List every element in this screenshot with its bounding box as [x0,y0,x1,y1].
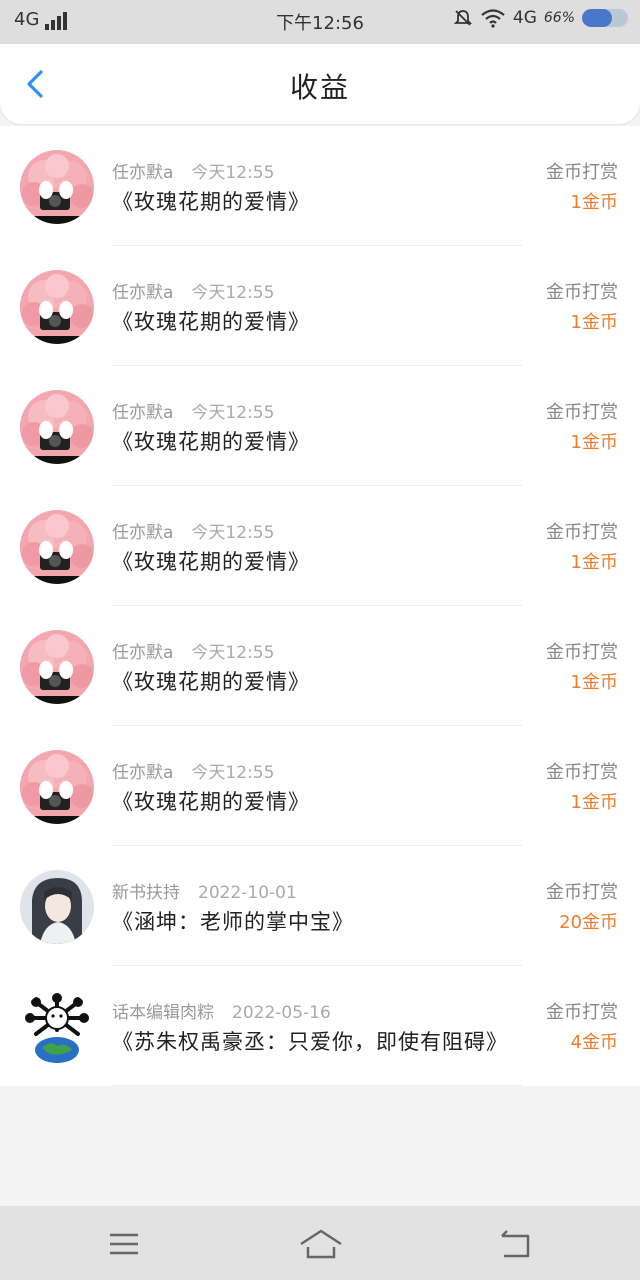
book-title: 《玫瑰花期的爱情》 [112,550,310,574]
record-meta: 任亦默a 今天12:55 [112,158,274,183]
record-meta: 任亦默a 今天12:55 [112,758,274,783]
reward-type: 金币打赏 [546,1002,618,1023]
reward-amount: 1金币 [570,792,618,813]
list-item[interactable]: 新书扶持 2022-10-01 《涵坤：老师的掌中宝》 金币打赏 20金币 [0,846,640,966]
list-item[interactable]: 任亦默a 今天12:55 《玫瑰花期的爱情》 金币打赏 1金币 [0,486,640,606]
home-button[interactable] [298,1224,344,1264]
user-name: 任亦默a [112,523,174,543]
menu-button[interactable] [104,1224,144,1264]
list-item[interactable]: 任亦默a 今天12:55 《玫瑰花期的爱情》 金币打赏 1金币 [0,246,640,366]
avatar [20,150,94,224]
back-nav-button[interactable] [496,1224,536,1264]
book-title: 《玫瑰花期的爱情》 [112,430,310,454]
record-time: 今天12:55 [191,283,275,303]
book-title: 《苏朱权禹豪丞：只爱你，即使有阻碍》 [112,1030,508,1054]
reward-type: 金币打赏 [546,282,618,303]
list-item[interactable]: 任亦默a 今天12:55 《玫瑰花期的爱情》 金币打赏 1金币 [0,606,640,726]
battery-fill [582,9,613,27]
book-title: 《玫瑰花期的爱情》 [112,310,310,334]
record-time: 今天12:55 [191,523,275,543]
reward-amount: 1金币 [570,192,618,213]
record-meta: 任亦默a 今天12:55 [112,278,274,303]
book-title: 《玫瑰花期的爱情》 [112,190,310,214]
record-meta: 任亦默a 今天12:55 [112,638,274,663]
book-title: 《玫瑰花期的爱情》 [112,670,310,694]
user-name: 任亦默a [112,643,174,663]
list-item[interactable]: 任亦默a 今天12:55 《玫瑰花期的爱情》 金币打赏 1金币 [0,726,640,846]
back-arrow-icon [501,1230,530,1258]
record-time: 2022-05-16 [232,1003,331,1023]
battery-text: 66% [543,10,575,26]
list-item[interactable]: 任亦默a 今天12:55 《玫瑰花期的爱情》 金币打赏 1金币 [0,366,640,486]
avatar [20,390,94,464]
reward-type: 金币打赏 [546,162,618,183]
avatar [20,630,94,704]
reward-type: 金币打赏 [546,642,618,663]
book-title: 《涵坤：老师的掌中宝》 [112,910,354,934]
avatar [20,750,94,824]
page-title: 收益 [289,71,350,104]
reward-amount: 1金币 [570,552,618,573]
user-name: 任亦默a [112,163,174,183]
user-name: 新书扶持 [112,883,180,903]
user-name: 任亦默a [112,283,174,303]
battery-icon [582,9,628,27]
home-icon [300,1229,342,1259]
reward-type: 金币打赏 [546,882,618,903]
status-bar: 4G 下午12:56 4G 66% [0,0,640,44]
user-name: 话本编辑肉粽 [112,1003,214,1023]
reward-type: 金币打赏 [546,522,618,543]
record-time: 今天12:55 [191,403,275,423]
record-time: 今天12:55 [191,163,275,183]
reward-amount: 1金币 [570,672,618,693]
system-nav-bar [0,1206,640,1280]
header: 收益 [0,44,640,124]
reward-amount: 1金币 [570,312,618,333]
list-item[interactable]: 任亦默a 今天12:55 《玫瑰花期的爱情》 金币打赏 1金币 [0,126,640,246]
list-item[interactable]: 话本编辑肉粽 2022-05-16 《苏朱权禹豪丞：只爱你，即使有阻碍》 金币打赏 4金… [0,966,640,1086]
record-time: 今天12:55 [191,763,275,783]
earnings-list: 任亦默a 今天12:55 《玫瑰花期的爱情》 金币打赏 1金币 任亦默a 今天12:55 《玫… [0,126,640,1086]
reward-amount: 1金币 [570,432,618,453]
avatar [20,510,94,584]
book-title: 《玫瑰花期的爱情》 [112,790,310,814]
avatar [20,990,94,1064]
record-time: 今天12:55 [191,643,275,663]
record-meta: 新书扶持 2022-10-01 [112,878,297,903]
record-meta: 话本编辑肉粽 2022-05-16 [112,998,331,1023]
avatar [20,870,94,944]
user-name: 任亦默a [112,763,174,783]
reward-amount: 4金币 [570,1032,618,1053]
menu-icon [110,1233,138,1255]
record-meta: 任亦默a 今天12:55 [112,398,274,423]
record-time: 2022-10-01 [198,883,297,903]
network-type: 4G [512,8,537,28]
wifi-icon [481,9,505,28]
bell-muted-icon [453,10,473,26]
avatar [20,270,94,344]
status-icons: 4G 66% [453,8,628,28]
reward-amount: 20金币 [559,912,618,933]
reward-type: 金币打赏 [546,762,618,783]
reward-type: 金币打赏 [546,402,618,423]
user-name: 任亦默a [112,403,174,423]
record-meta: 任亦默a 今天12:55 [112,518,274,543]
